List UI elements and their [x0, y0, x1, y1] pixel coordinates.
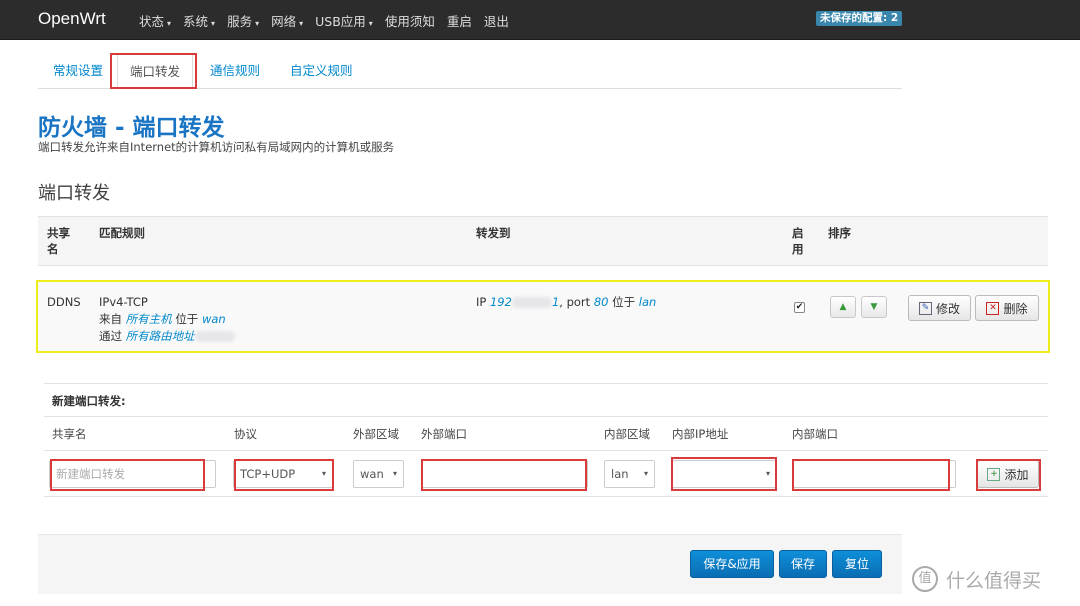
reset-button[interactable]: 复位 — [832, 550, 882, 578]
edit-button[interactable]: ✎ 修改 — [908, 295, 971, 321]
chevron-down-icon: ▾ — [643, 469, 648, 478]
col-match: 匹配规则 — [99, 226, 145, 240]
main-nav: 状态 ▾ 系统 ▾ 服务 ▾ 网络 ▾ USB应用 ▾ 使用须知 重启 退出 — [139, 0, 521, 40]
new-forward-section: 新建端口转发: — [44, 383, 1048, 417]
label-int-port: 内部端口 — [792, 427, 838, 441]
col-forward: 转发到 — [476, 226, 511, 240]
annotation-box — [421, 459, 587, 491]
chevron-down-icon: ▾ — [368, 18, 373, 28]
label-ext-zone: 外部区域 — [353, 427, 399, 441]
move-up-button[interactable]: ▲ — [830, 296, 856, 318]
label-name: 共享名 — [52, 427, 87, 441]
label-protocol: 协议 — [234, 427, 257, 441]
label-ext-port: 外部端口 — [421, 427, 467, 441]
redacted-blur — [511, 297, 552, 308]
new-forward-title: 新建端口转发: — [52, 394, 126, 408]
col-enable: 启用 — [792, 226, 804, 256]
ext-zone-select[interactable]: wan ▾ — [353, 460, 404, 488]
nav-notice[interactable]: 使用须知 — [385, 11, 435, 30]
chevron-down-icon: ▾ — [167, 18, 172, 28]
annotation-box — [792, 459, 950, 491]
annotation-box — [976, 459, 1041, 491]
move-down-button[interactable]: ▼ — [861, 296, 887, 318]
form-footer: 保存&应用 保存 复位 — [38, 534, 902, 594]
nav-usb[interactable]: USB应用 ▾ — [315, 11, 373, 30]
tab-traffic-rules[interactable]: 通信规则 — [210, 53, 260, 89]
col-sort: 排序 — [828, 226, 851, 240]
nav-system[interactable]: 系统 ▾ — [183, 11, 215, 30]
smzdm-logo-icon: 值 — [912, 566, 938, 592]
delete-button[interactable]: ✕ 删除 — [975, 295, 1039, 321]
page-title: 防火墙 - 端口转发 — [38, 115, 225, 141]
redacted-blur — [194, 331, 235, 342]
annotation-box — [234, 459, 334, 491]
nav-status[interactable]: 状态 ▾ — [139, 11, 171, 30]
top-navbar: OpenWrt 状态 ▾ 系统 ▾ 服务 ▾ 网络 ▾ USB应用 ▾ 使用须知 重启 退… — [0, 0, 1080, 40]
annotation-box — [50, 459, 205, 491]
label-int-ip: 内部IP地址 — [672, 427, 729, 441]
tab-general[interactable]: 常规设置 — [53, 53, 103, 89]
label-int-zone: 内部区域 — [604, 427, 650, 441]
chevron-down-icon: ▾ — [255, 18, 260, 28]
section-title: 端口转发 — [38, 183, 110, 204]
chevron-down-icon: ▾ — [211, 18, 216, 28]
unsaved-changes-badge[interactable]: 未保存的配置: 2 — [816, 11, 903, 26]
delete-icon: ✕ — [986, 301, 1000, 315]
edit-icon: ✎ — [918, 301, 932, 315]
nav-services[interactable]: 服务 ▾ — [227, 11, 259, 30]
save-button[interactable]: 保存 — [779, 550, 827, 578]
new-forward-labels: 共享名 协议 外部区域 外部端口 内部区域 内部IP地址 内部端口 — [44, 417, 1048, 451]
int-zone-select[interactable]: lan ▾ — [604, 460, 655, 488]
tab-custom-rules[interactable]: 自定义规则 — [290, 53, 353, 89]
chevron-down-icon: ▾ — [299, 18, 304, 28]
nav-network[interactable]: 网络 ▾ — [271, 11, 303, 30]
save-apply-button[interactable]: 保存&应用 — [690, 550, 774, 578]
chevron-down-icon: ▾ — [392, 469, 397, 478]
col-name: 共享名 — [47, 226, 70, 256]
nav-logout[interactable]: 退出 — [484, 11, 509, 30]
enable-checkbox[interactable]: ✔ — [794, 302, 805, 313]
table-header: 共享名 匹配规则 转发到 启用 排序 — [38, 216, 1048, 266]
table-row: DDNS IPv4-TCP 来自 所有主机 位于 wan 通过 所有路由地址 I… — [36, 280, 1050, 353]
arrow-up-icon: ▲ — [839, 302, 847, 312]
rule-match: IPv4-TCP 来自 所有主机 位于 wan 通过 所有路由地址 — [99, 294, 235, 345]
annotation-box — [110, 53, 197, 89]
brand-logo[interactable]: OpenWrt — [38, 9, 106, 29]
watermark: 值 什么值得买 — [912, 564, 1041, 594]
arrow-down-icon: ▼ — [870, 302, 878, 312]
rule-forward: IP 192 1, port 80 位于 lan — [476, 295, 657, 309]
rule-name: DDNS — [47, 295, 81, 309]
page-description: 端口转发允许来自Internet的计算机访问私有局域网内的计算机或服务 — [38, 140, 395, 154]
nav-reboot[interactable]: 重启 — [447, 11, 472, 30]
annotation-box — [671, 457, 777, 491]
